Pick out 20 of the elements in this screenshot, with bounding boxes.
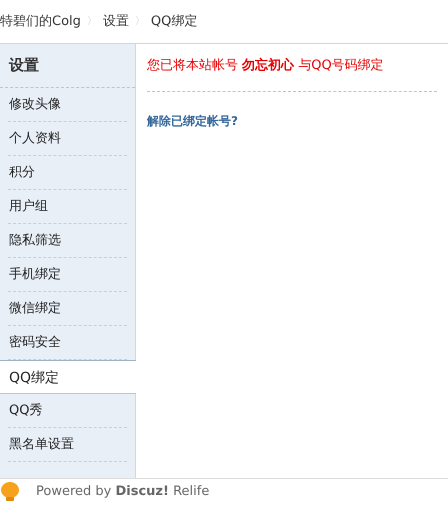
sidebar-item[interactable]: 隐私筛选	[8, 224, 127, 258]
sidebar-item[interactable]: 微信绑定	[8, 292, 127, 326]
sidebar-item[interactable]: QQ秀	[8, 394, 127, 428]
sidebar-item[interactable]: 积分	[8, 156, 127, 190]
sidebar-item[interactable]: 手机绑定	[8, 258, 127, 292]
breadcrumb-separator: 〉	[134, 15, 145, 28]
breadcrumb-link[interactable]: 设置	[102, 12, 129, 30]
breadcrumb-separator: 〉	[86, 15, 97, 28]
lightbulb-icon	[0, 482, 20, 502]
sidebar-item[interactable]: 黑名单设置	[8, 428, 127, 462]
sidebar-item[interactable]: 个人资料	[8, 122, 127, 156]
sidebar-item[interactable]: 用户组	[8, 190, 127, 224]
breadcrumb-link[interactable]: 特碧们的Colg	[0, 12, 81, 30]
sidebar-title: 设置	[0, 44, 135, 88]
unbind-link[interactable]: 解除已绑定帐号?	[147, 112, 238, 130]
binding-message: 您已将本站帐号 勿忘初心 与QQ号码绑定	[147, 44, 437, 92]
sidebar-item[interactable]: 修改头像	[8, 88, 127, 122]
powered-by-text: Powered by Discuz! Relife	[36, 484, 210, 500]
breadcrumb-link[interactable]: QQ绑定	[150, 12, 198, 30]
sidebar-item[interactable]: QQ绑定	[0, 360, 136, 394]
